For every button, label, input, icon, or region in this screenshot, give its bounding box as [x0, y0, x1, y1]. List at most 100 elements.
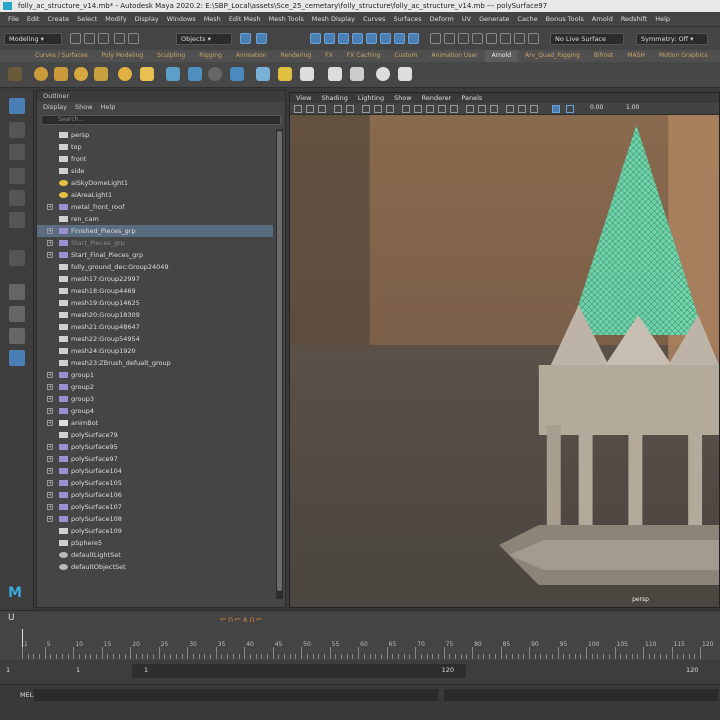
- outliner-item[interactable]: + Start_Final_Pieces_grp: [37, 249, 273, 261]
- command-language-label[interactable]: MEL: [20, 691, 33, 699]
- outliner-item[interactable]: folly_ground_dec:Group24049: [37, 261, 273, 273]
- snap-point-icon[interactable]: [338, 33, 349, 44]
- shelf-tab[interactable]: FX Caching: [340, 50, 388, 62]
- smooth-shade-icon[interactable]: [414, 105, 422, 113]
- outliner-item[interactable]: + polySurface106: [37, 489, 273, 501]
- checkerboard-icon[interactable]: [350, 67, 364, 81]
- view-transform-icon[interactable]: [566, 105, 574, 113]
- volume-icon[interactable]: [188, 67, 202, 81]
- playback-end-field[interactable]: 120: [686, 666, 698, 674]
- playback-start-field[interactable]: 1: [76, 666, 80, 674]
- hypershade-icon[interactable]: [458, 33, 469, 44]
- move-tool-icon[interactable]: [9, 168, 25, 184]
- outliner-item[interactable]: + Start_Pieces_grp: [37, 237, 273, 249]
- outliner-item[interactable]: + group1: [37, 369, 273, 381]
- resolution-gate-icon[interactable]: [374, 105, 382, 113]
- render-frame-icon[interactable]: [408, 33, 419, 44]
- command-input[interactable]: [34, 689, 438, 701]
- outliner-item[interactable]: + polySurface97: [37, 453, 273, 465]
- expand-icon[interactable]: +: [47, 408, 53, 414]
- outliner-item[interactable]: + polySurface95: [37, 441, 273, 453]
- snap-vertex-icon[interactable]: [380, 33, 391, 44]
- new-scene-icon[interactable]: [70, 33, 81, 44]
- render-view-icon[interactable]: [394, 33, 405, 44]
- standin-icon[interactable]: [166, 67, 180, 81]
- expand-icon[interactable]: +: [47, 420, 53, 426]
- menu-modify[interactable]: Modify: [101, 15, 131, 23]
- expand-icon[interactable]: +: [47, 252, 53, 258]
- shelf-tab[interactable]: FX: [318, 50, 340, 62]
- outliner-item[interactable]: + animBot: [37, 417, 273, 429]
- motion-blur-icon[interactable]: [478, 105, 486, 113]
- shelf-settings-icon[interactable]: [8, 67, 22, 81]
- menu-arnold[interactable]: Arnold: [588, 15, 617, 23]
- expand-icon[interactable]: +: [47, 504, 53, 510]
- outliner-menu-show[interactable]: Show: [75, 102, 93, 113]
- outliner-item[interactable]: aiSkyDomeLight1: [37, 177, 273, 189]
- select-object-icon[interactable]: [256, 33, 267, 44]
- outliner-item[interactable]: top: [37, 141, 273, 153]
- ipr-render-icon[interactable]: [430, 33, 441, 44]
- arnold-logo-icon[interactable]: [300, 67, 314, 81]
- viewport-panel[interactable]: View Shading Lighting Show Renderer Panels 0.…: [289, 92, 720, 608]
- expand-icon[interactable]: +: [47, 372, 53, 378]
- film-gate-icon[interactable]: [362, 105, 370, 113]
- four-view-layout-icon[interactable]: [9, 306, 25, 322]
- outliner-item[interactable]: mesh22:Group54954: [37, 333, 273, 345]
- outliner-item[interactable]: mesh19:Group14625: [37, 297, 273, 309]
- gamma-field[interactable]: 1.00: [626, 104, 639, 111]
- outliner-item[interactable]: mesh17:Group22997: [37, 273, 273, 285]
- range-bar[interactable]: 1 120: [132, 664, 466, 678]
- shelf-tab[interactable]: Rendering: [274, 50, 319, 62]
- symmetry-dropdown[interactable]: Symmetry: Off ▾: [636, 33, 708, 45]
- outliner-menu-display[interactable]: Display: [43, 102, 67, 113]
- shelf-tab[interactable]: Curves / Surfaces: [28, 50, 95, 62]
- exposure-field[interactable]: 0.00: [590, 104, 603, 111]
- mesh-light-icon[interactable]: [74, 67, 88, 81]
- paint-select-icon[interactable]: [9, 144, 25, 160]
- area-light-icon[interactable]: [54, 67, 68, 81]
- shelf-tab[interactable]: Arv_Quad_Rigging: [518, 50, 587, 62]
- select-hierarchy-icon[interactable]: [240, 33, 251, 44]
- expand-icon[interactable]: +: [47, 204, 53, 210]
- bookmark-icon[interactable]: [318, 105, 326, 113]
- single-perspective-layout-icon[interactable]: [9, 284, 25, 300]
- shelf-tab[interactable]: Custom: [387, 50, 424, 62]
- viewport-menu-view[interactable]: View: [296, 93, 311, 103]
- shelf-tab[interactable]: Bifrost: [587, 50, 620, 62]
- select-camera-icon[interactable]: [294, 105, 302, 113]
- gate-mask-icon[interactable]: [386, 105, 394, 113]
- menu-display[interactable]: Display: [131, 15, 163, 23]
- outliner-item[interactable]: + polySurface107: [37, 501, 273, 513]
- render-setup-icon[interactable]: [472, 33, 483, 44]
- shelf-tab[interactable]: Animation User: [424, 50, 484, 62]
- expand-icon[interactable]: +: [47, 492, 53, 498]
- outliner-item[interactable]: mesh21:Group48647: [37, 321, 273, 333]
- outliner-item[interactable]: persp: [37, 129, 273, 141]
- outliner-item[interactable]: defaultLightSet: [37, 549, 273, 561]
- sky-dome-light-icon[interactable]: [34, 67, 48, 81]
- menu-uv[interactable]: UV: [458, 15, 475, 23]
- snap-grid-icon[interactable]: [310, 33, 321, 44]
- menu-bonus-tools[interactable]: Bonus Tools: [542, 15, 588, 23]
- soft-select-icon[interactable]: [9, 250, 25, 266]
- image-plane-icon[interactable]: [334, 105, 342, 113]
- menuset-dropdown[interactable]: Modeling ▾: [4, 33, 62, 45]
- shelf-tab[interactable]: Arnold: [484, 50, 519, 62]
- outliner-item[interactable]: defaultObjectSet: [37, 561, 273, 573]
- outliner-scroll-thumb[interactable]: [277, 131, 282, 591]
- outliner-layout-icon[interactable]: [9, 328, 25, 344]
- save-scene-icon[interactable]: [98, 33, 109, 44]
- frame-ruler[interactable]: 1 5 10 15 20 25 30 35 40 45 50 55 60 65 70 75 80 85 90 95 10…: [0, 611, 720, 661]
- render-settings-icon[interactable]: [444, 33, 455, 44]
- outliner-item[interactable]: + group3: [37, 393, 273, 405]
- expand-icon[interactable]: +: [47, 444, 53, 450]
- menu-file[interactable]: File: [4, 15, 23, 23]
- operator-icon[interactable]: [328, 67, 342, 81]
- light-portal-icon[interactable]: [140, 67, 154, 81]
- expand-icon[interactable]: +: [47, 516, 53, 522]
- scale-tool-icon[interactable]: [9, 212, 25, 228]
- undo-icon[interactable]: [114, 33, 125, 44]
- outliner-item[interactable]: + polySurface108: [37, 513, 273, 525]
- expand-icon[interactable]: +: [47, 228, 53, 234]
